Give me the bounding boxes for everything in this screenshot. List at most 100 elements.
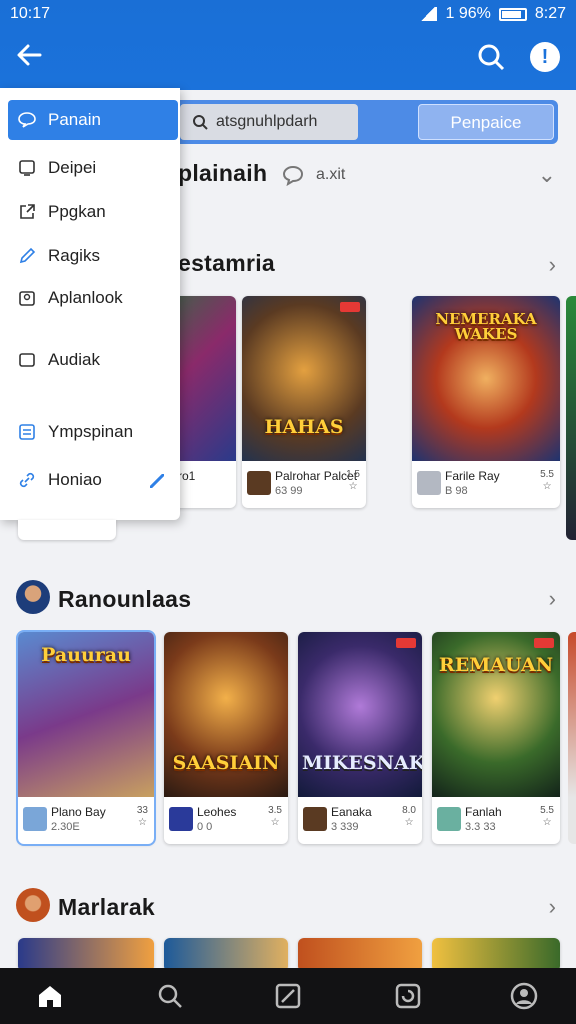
game-name: Plano Bay bbox=[51, 805, 106, 819]
game-card[interactable]: SAASIAIN Leohes 0 0 3.5 ☆ bbox=[164, 632, 288, 844]
card-partial bbox=[18, 520, 116, 540]
section-title: estamria bbox=[178, 250, 276, 276]
search-icon bbox=[478, 44, 505, 71]
contact-card-icon bbox=[19, 291, 35, 306]
menu-item-ragiks[interactable]: Ragiks bbox=[8, 236, 178, 276]
chevron-down-icon[interactable]: ⌄ bbox=[538, 162, 556, 188]
pencil-icon bbox=[19, 247, 36, 264]
search-placeholder: atsgnuhlpdarh bbox=[216, 113, 318, 130]
game-rating: 1.5 ☆ bbox=[346, 469, 360, 492]
bottom-navigation bbox=[0, 968, 576, 1024]
link-icon bbox=[19, 472, 35, 488]
game-thumbnail bbox=[437, 807, 461, 831]
game-sub: 3 339 bbox=[331, 821, 359, 833]
info-button[interactable]: ! bbox=[530, 42, 560, 72]
game-rating: 5.5 ☆ bbox=[540, 805, 554, 828]
back-button[interactable] bbox=[14, 40, 48, 74]
avatar bbox=[16, 888, 50, 922]
nav-profile[interactable] bbox=[510, 982, 538, 1010]
menu-item-ppgkan[interactable]: Ppgkan bbox=[8, 192, 178, 232]
game-card[interactable]: NEMERAKA WAKES Farile Ray B 98 5.5 ☆ bbox=[412, 296, 560, 508]
game-name: Farile Ray bbox=[445, 469, 500, 483]
card-meta: Leohes 0 0 3.5 ☆ bbox=[164, 797, 288, 844]
search-input[interactable]: atsgnuhlpdarh bbox=[180, 104, 358, 140]
nav-home[interactable] bbox=[36, 982, 64, 1010]
section-badge: a.xit bbox=[316, 166, 346, 183]
game-art-title: MIKESNAK bbox=[302, 752, 422, 774]
menu-item-panain[interactable]: Panain bbox=[8, 100, 178, 140]
profile-icon bbox=[510, 982, 538, 1010]
game-rating: 8.0 ☆ bbox=[402, 805, 416, 828]
game-card[interactable]: MIKESNAK Eanaka 3 339 8.0 ☆ bbox=[298, 632, 422, 844]
edit-icon bbox=[275, 983, 301, 1009]
star-icon: ☆ bbox=[542, 481, 552, 492]
game-thumbnail bbox=[169, 807, 193, 831]
game-art bbox=[164, 938, 288, 972]
game-art: Pauurau bbox=[18, 632, 154, 797]
appbar-search-button[interactable] bbox=[476, 42, 506, 72]
star-icon: ☆ bbox=[137, 817, 147, 828]
chevron-right-icon[interactable]: › bbox=[549, 586, 556, 612]
search-bar: atsgnuhlpdarh Penpaice bbox=[170, 100, 558, 144]
game-sub: 2.30E bbox=[51, 821, 80, 833]
game-card[interactable] bbox=[432, 938, 560, 972]
external-link-icon bbox=[20, 204, 35, 219]
card-tile-meta: ro1 bbox=[178, 469, 196, 483]
arrow-left-icon bbox=[17, 44, 42, 66]
game-card[interactable]: Pauurau Plano Bay 2.30E 33 ☆ bbox=[18, 632, 154, 844]
game-sub: 3.3 33 bbox=[465, 821, 496, 833]
menu-item-deipei[interactable]: Deipei bbox=[8, 148, 178, 188]
card-meta: Plano Bay 2.30E 33 ☆ bbox=[18, 797, 154, 844]
section-title: Marlarak bbox=[58, 894, 156, 920]
search-action-button[interactable]: Penpaice bbox=[418, 104, 554, 140]
section-title: Ranounlaas bbox=[58, 586, 192, 612]
star-icon: ☆ bbox=[542, 817, 552, 828]
menu-item-honiao[interactable]: Honiao bbox=[8, 460, 178, 500]
game-card[interactable] bbox=[164, 938, 288, 972]
menu-item-label: Ppgkan bbox=[48, 202, 106, 221]
badge-icon bbox=[534, 638, 554, 648]
menu-item-aplanlook[interactable]: Aplanlook bbox=[8, 278, 178, 318]
badge-icon bbox=[340, 302, 360, 312]
game-thumbnail bbox=[417, 471, 441, 495]
game-sub: B 98 bbox=[445, 485, 468, 497]
game-card[interactable]: HAHAS Palrohar Palcet 63 99 1.5 ☆ bbox=[242, 296, 366, 508]
game-card[interactable] bbox=[18, 938, 154, 972]
game-card-partial[interactable] bbox=[568, 632, 576, 844]
battery-percent: 1 96% bbox=[445, 5, 491, 22]
section-title: plainaih bbox=[178, 160, 268, 186]
game-art bbox=[18, 938, 154, 972]
chevron-right-icon[interactable]: › bbox=[549, 894, 556, 920]
card-meta: Fanlah 3.3 33 5.5 ☆ bbox=[432, 797, 560, 844]
section-header-3[interactable]: Ranounlaas › bbox=[0, 578, 576, 618]
game-card-partial[interactable] bbox=[566, 296, 576, 540]
nav-edit[interactable] bbox=[274, 982, 302, 1010]
game-name: Fanlah bbox=[465, 805, 502, 819]
list-icon bbox=[19, 424, 35, 440]
game-thumbnail bbox=[247, 471, 271, 495]
frame-icon bbox=[19, 353, 35, 367]
nav-refresh[interactable] bbox=[394, 982, 422, 1010]
status-icons: 1 96% 8:27 bbox=[419, 5, 566, 23]
section-header-4[interactable]: Marlarak › bbox=[0, 886, 576, 926]
game-name: Eanaka bbox=[331, 805, 372, 819]
menu-item-ympspinan[interactable]: Ympspinan bbox=[8, 412, 178, 452]
home-icon bbox=[39, 986, 61, 1007]
menu-item-label: Honiao bbox=[48, 470, 102, 489]
game-art: HAHAS bbox=[242, 296, 366, 461]
game-card[interactable]: REMAUAN Fanlah 3.3 33 5.5 ☆ bbox=[432, 632, 560, 844]
search-icon bbox=[158, 984, 182, 1008]
game-art-title: REMAUAN bbox=[438, 654, 554, 676]
chevron-right-icon[interactable]: › bbox=[549, 252, 556, 278]
game-thumbnail bbox=[303, 807, 327, 831]
chat-bubble-icon bbox=[18, 112, 36, 128]
game-sub: 63 99 bbox=[275, 485, 303, 497]
menu-item-audiak[interactable]: Audiak bbox=[8, 340, 178, 380]
dropdown-menu: Panain Deipei Ppgkan Ragiks Aplanlook Au… bbox=[0, 88, 180, 520]
nav-search[interactable] bbox=[156, 982, 184, 1010]
card-meta: Palrohar Palcet 63 99 1.5 ☆ bbox=[242, 461, 366, 508]
game-art: NEMERAKA WAKES bbox=[412, 296, 560, 461]
game-name: Palrohar Palcet bbox=[275, 469, 358, 483]
game-card[interactable] bbox=[298, 938, 422, 972]
game-rating: 3.5 ☆ bbox=[268, 805, 282, 828]
